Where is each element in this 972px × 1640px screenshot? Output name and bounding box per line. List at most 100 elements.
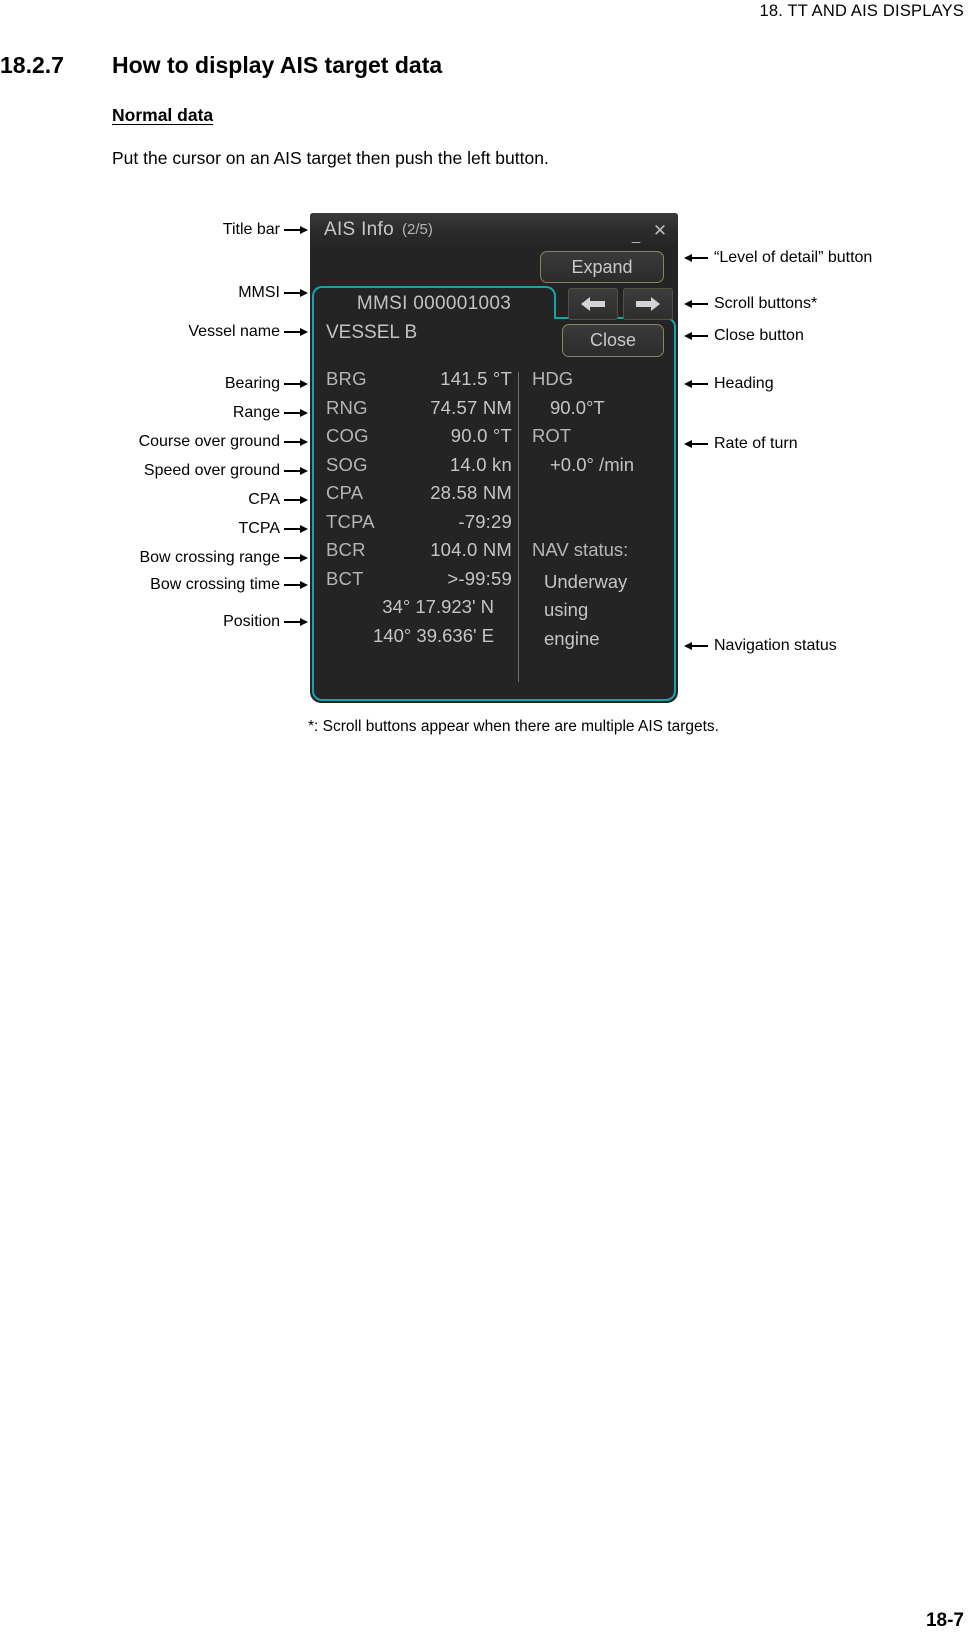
callout-title-bar: Title bar bbox=[40, 220, 308, 240]
value-cog: 90.0 °T bbox=[450, 425, 512, 446]
callout-heading-label: Heading bbox=[714, 375, 774, 392]
data-row-tcpa: TCPA -79:29 bbox=[326, 511, 512, 540]
pointer-left-icon bbox=[684, 332, 708, 340]
panel-title-bar: AIS Info (2/5) _ ✕ bbox=[310, 213, 678, 246]
pointer-right-icon bbox=[284, 380, 308, 388]
label-sog: SOG bbox=[326, 453, 368, 475]
callout-position-label: Position bbox=[223, 613, 280, 630]
callout-level-of-detail-label: “Level of detail” button bbox=[714, 249, 873, 266]
value-sog: 14.0 kn bbox=[449, 453, 512, 475]
data-row-bct: BCT >-99:59 bbox=[326, 568, 512, 597]
data-row-bcr: BCR 104.0 NM bbox=[326, 539, 512, 568]
callout-position: Position bbox=[40, 612, 308, 632]
nav-status-line-2: using bbox=[544, 599, 589, 620]
data-row-cpa: CPA 28.58 NM bbox=[326, 482, 512, 511]
pointer-left-icon bbox=[684, 380, 708, 388]
pointer-right-icon bbox=[284, 289, 308, 297]
value-rng: 74.57 NM bbox=[430, 396, 512, 418]
panel-title: AIS Info bbox=[324, 218, 394, 240]
value-bct: >-99:59 bbox=[447, 567, 512, 589]
page-number: 18-7 bbox=[925, 1610, 964, 1631]
callout-title-bar-label: Title bar bbox=[222, 221, 280, 238]
data-row-rng: RNG 74.57 NM bbox=[326, 397, 512, 426]
callout-bow-crossing-range: Bow crossing range bbox=[40, 548, 308, 568]
callout-scroll-buttons: Scroll buttons* bbox=[684, 294, 817, 314]
label-brg: BRG bbox=[326, 368, 367, 389]
callout-mmsi-label: MMSI bbox=[238, 284, 280, 301]
pointer-right-icon bbox=[284, 496, 308, 504]
data-row-cog: COG 90.0 °T bbox=[326, 425, 512, 454]
callout-bearing-label: Bearing bbox=[224, 375, 280, 392]
callout-heading: Heading bbox=[684, 374, 774, 394]
pointer-right-icon bbox=[284, 438, 308, 446]
callout-range-label: Range bbox=[232, 404, 280, 421]
pointer-right-icon bbox=[284, 467, 308, 475]
nav-status-line-1: Underway bbox=[544, 570, 628, 592]
pointer-right-icon bbox=[284, 618, 308, 626]
value-hdg: 90.0°T bbox=[550, 396, 605, 418]
callout-speed-over-ground-label: Speed over ground bbox=[143, 462, 280, 479]
arrow-right-icon bbox=[636, 297, 660, 311]
pointer-left-icon bbox=[684, 254, 708, 262]
expand-button[interactable]: Expand bbox=[540, 251, 664, 283]
data-row-brg: BRG 141.5 °T bbox=[326, 368, 512, 397]
callout-cpa: CPA bbox=[40, 490, 308, 510]
scroll-prev-button[interactable] bbox=[568, 288, 618, 320]
ais-info-panel: AIS Info (2/5) _ ✕ Expand MMSI 000001003… bbox=[310, 213, 678, 703]
footnote: *: Scroll buttons appear when there are … bbox=[308, 718, 719, 735]
value-brg: 141.5 °T bbox=[440, 368, 512, 389]
label-cpa: CPA bbox=[326, 482, 364, 503]
value-rot: +0.0° /min bbox=[550, 453, 635, 475]
value-longitude: 140° 39.636' E bbox=[373, 624, 494, 646]
label-rng: RNG bbox=[326, 396, 368, 418]
arrow-left-icon bbox=[581, 297, 605, 311]
scroll-buttons bbox=[568, 288, 673, 320]
callout-course-over-ground-label: Course over ground bbox=[138, 433, 280, 450]
callout-vessel-name: Vessel name bbox=[40, 322, 308, 342]
label-bcr: BCR bbox=[326, 539, 366, 560]
minimize-icon[interactable]: _ bbox=[626, 217, 646, 243]
callout-navigation-status: Navigation status bbox=[684, 636, 837, 656]
pointer-right-icon bbox=[284, 554, 308, 562]
callout-rate-of-turn: Rate of turn bbox=[684, 434, 798, 454]
data-row-sog: SOG 14.0 kn bbox=[326, 454, 512, 483]
pointer-right-icon bbox=[284, 581, 308, 589]
mmsi-tab[interactable]: MMSI 000001003 bbox=[312, 286, 556, 319]
value-latitude: 34° 17.923' N bbox=[382, 596, 494, 617]
callout-scroll-buttons-label: Scroll buttons* bbox=[714, 295, 818, 312]
callout-rate-of-turn-label: Rate of turn bbox=[714, 435, 798, 452]
value-cpa: 28.58 NM bbox=[430, 482, 512, 503]
callout-bearing: Bearing bbox=[40, 374, 308, 394]
pointer-right-icon bbox=[284, 226, 308, 234]
left-data-column: BRG 141.5 °T RNG 74.57 NM COG 90.0 °T SO… bbox=[326, 368, 512, 653]
callout-tcpa: TCPA bbox=[40, 519, 308, 539]
callout-close-button-label: Close button bbox=[714, 327, 804, 344]
vessel-name: VESSEL B bbox=[326, 322, 418, 343]
callout-close-button: Close button bbox=[684, 326, 804, 346]
intro-paragraph: Put the cursor on an AIS target then pus… bbox=[112, 148, 549, 168]
close-button[interactable]: Close bbox=[562, 324, 664, 357]
label-hdg: HDG bbox=[532, 368, 574, 389]
label-cog: COG bbox=[326, 425, 369, 446]
title-bar-controls: _ ✕ bbox=[626, 217, 670, 244]
pointer-left-icon bbox=[684, 642, 708, 650]
callout-navigation-status-label: Navigation status bbox=[714, 637, 837, 654]
label-bct: BCT bbox=[326, 567, 364, 589]
value-tcpa: -79:29 bbox=[458, 510, 512, 532]
scroll-next-button[interactable] bbox=[623, 288, 673, 320]
pointer-left-icon bbox=[684, 300, 708, 308]
target-data-area: BRG 141.5 °T RNG 74.57 NM COG 90.0 °T SO… bbox=[312, 368, 676, 701]
callout-mmsi: MMSI bbox=[40, 283, 308, 303]
callout-speed-over-ground: Speed over ground bbox=[40, 461, 308, 481]
subheading-normal-data: Normal data bbox=[112, 105, 214, 125]
panel-page-count: (2/5) bbox=[402, 221, 433, 238]
page-header: 18. TT AND AIS DISPLAYS bbox=[759, 2, 964, 20]
mmsi-label: MMSI 000001003 bbox=[356, 292, 512, 314]
label-nav-status: NAV status: bbox=[532, 539, 629, 560]
right-data-column: HDG 90.0°T ROT +0.0° /min NAV status: Un… bbox=[532, 368, 672, 653]
label-tcpa: TCPA bbox=[326, 510, 375, 532]
pointer-right-icon bbox=[284, 409, 308, 417]
callout-range: Range bbox=[40, 403, 308, 423]
nav-status-line-3: engine bbox=[544, 627, 600, 649]
close-icon[interactable]: ✕ bbox=[650, 222, 670, 239]
